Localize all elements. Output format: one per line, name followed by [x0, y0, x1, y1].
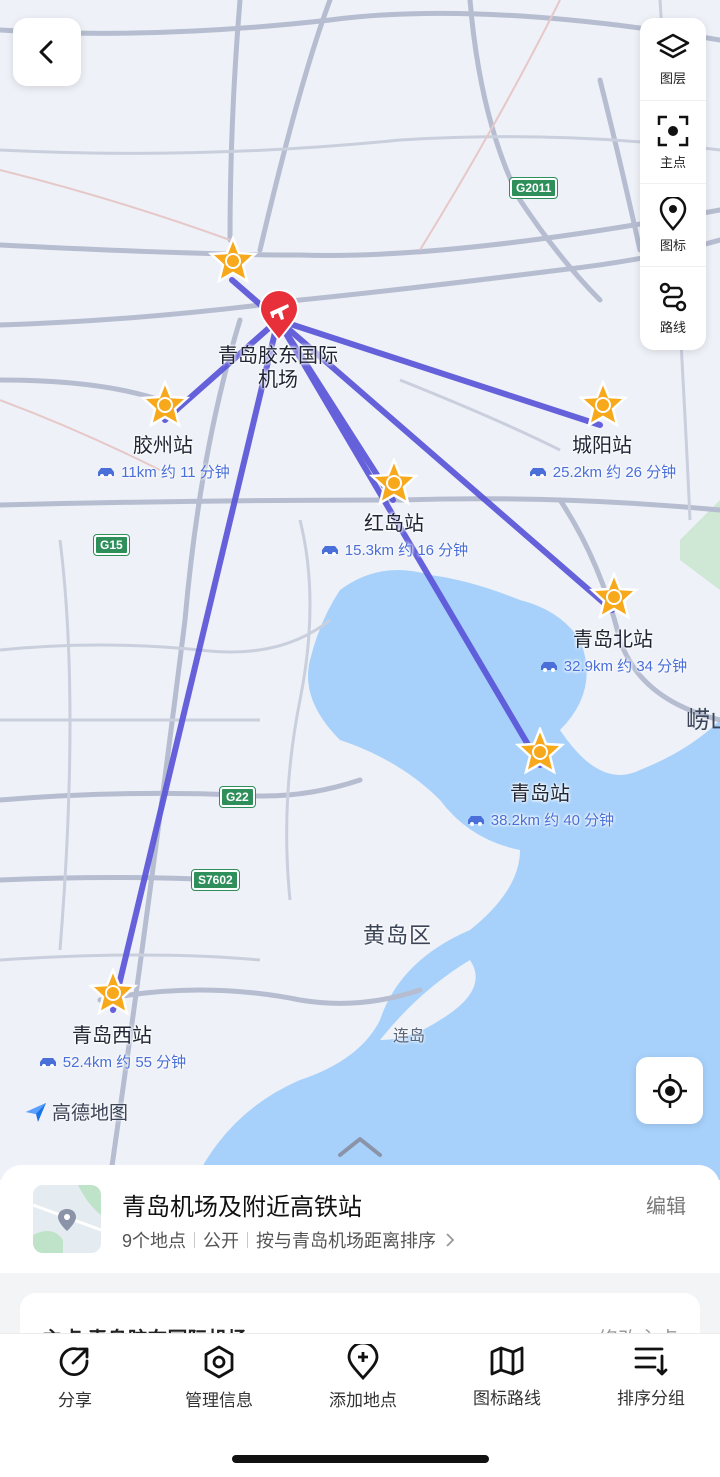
car-icon [540, 661, 557, 672]
highway-badge-g2011: G2011 [508, 177, 559, 199]
station-label-qingdao: 青岛站 38.2km 约 40 分钟 [420, 782, 660, 831]
sort-group-icon [634, 1347, 668, 1376]
car-icon [98, 467, 115, 478]
locate-button[interactable] [636, 1057, 703, 1124]
map-toolbar: 图层 主点 图标 路线 [640, 18, 706, 350]
edge-place-label: 崂山 [686, 707, 720, 734]
car-icon [39, 1057, 56, 1068]
station-label-jiaozhou: 胶州站 11km 约 11 分钟 [43, 434, 283, 483]
highway-badge-g15: G15 [93, 534, 130, 556]
station-star-icon[interactable] [88, 968, 138, 1018]
back-button[interactable] [13, 18, 81, 86]
list-header[interactable]: 青岛机场及附近高铁站 编辑 9个地点 公开 按与青岛机场距离排序 [0, 1165, 720, 1273]
highway-badge-g22: G22 [219, 786, 256, 808]
tool-focus-point[interactable]: 主点 [640, 101, 706, 184]
car-icon [529, 467, 546, 478]
meta-divider [194, 1232, 196, 1248]
map-thumbnail-icon [33, 1185, 101, 1253]
station-label-hongdao: 红岛站 15.3km 约 16 分钟 [274, 512, 514, 561]
tab-sort-group[interactable]: 排序分组 [579, 1344, 720, 1409]
car-icon [321, 545, 338, 556]
station-star-icon[interactable] [589, 572, 639, 622]
station-star-icon[interactable] [369, 458, 419, 508]
sort-option[interactable]: 按与青岛机场距离排序 [256, 1227, 436, 1253]
list-title: 青岛机场及附近高铁站 [122, 1194, 362, 1221]
map-view[interactable]: G2011 G15 G22 S7602 青岛胶东国际 机场 胶州站 11km 约… [0, 0, 720, 1180]
visibility-label: 公开 [203, 1231, 240, 1251]
tool-route[interactable]: 路线 [640, 267, 706, 350]
amap-logo-icon [26, 1102, 46, 1122]
list-thumbnail [33, 1185, 101, 1253]
map-logo: 高德地图 [24, 1098, 128, 1125]
chevron-left-icon [39, 40, 53, 64]
add-place-icon [347, 1344, 379, 1380]
tab-manage-info[interactable]: 管理信息 [147, 1344, 291, 1411]
station-label-qingdao-north: 青岛北站 32.9km 约 34 分钟 [493, 628, 720, 677]
meta-divider [247, 1232, 249, 1248]
layers-icon [656, 33, 690, 58]
tab-add-place[interactable]: 添加地点 [291, 1344, 435, 1411]
focus-point-icon [657, 115, 689, 146]
place-count: 9个地点 [122, 1231, 187, 1251]
map-pin-icon [659, 196, 687, 231]
airport-pin-icon[interactable] [258, 290, 300, 342]
station-star-icon[interactable] [578, 380, 628, 430]
chevron-right-icon [446, 1233, 455, 1247]
station-star-icon[interactable] [208, 236, 258, 286]
station-star-icon[interactable] [515, 727, 565, 777]
station-label-qingdao-west: 青岛西站 52.4km 约 55 分钟 [0, 1024, 232, 1073]
locate-icon [652, 1073, 687, 1108]
tab-share[interactable]: 分享 [3, 1344, 147, 1411]
airport-label: 青岛胶东国际 机场 [218, 345, 338, 391]
district-label: 黄岛区 [363, 923, 433, 948]
home-indicator [232, 1455, 489, 1463]
chevron-up-icon[interactable] [336, 1133, 384, 1161]
station-label-chengyang: 城阳站 25.2km 约 26 分钟 [482, 434, 720, 483]
tab-icon-route[interactable]: 图标路线 [435, 1344, 579, 1409]
route-icon [659, 282, 687, 312]
island-label: 连岛 [393, 1028, 426, 1045]
tool-map-pin[interactable]: 图标 [640, 184, 706, 267]
tool-layers[interactable]: 图层 [640, 18, 706, 101]
map-route-icon [490, 1346, 524, 1376]
share-icon [59, 1347, 89, 1377]
edit-button[interactable]: 编辑 [646, 1190, 686, 1219]
highway-badge-s7602: S7602 [191, 869, 240, 891]
car-icon [467, 815, 484, 826]
list-meta: 9个地点 公开 按与青岛机场距离排序 [122, 1227, 456, 1253]
manage-icon [204, 1345, 234, 1379]
